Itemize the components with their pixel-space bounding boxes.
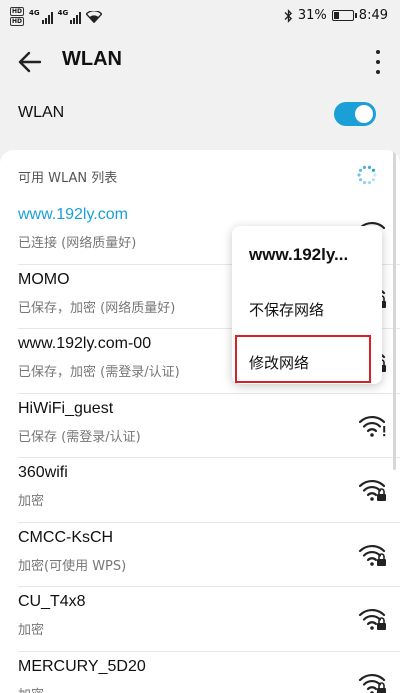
wifi-alert-icon: [358, 415, 386, 437]
network-status: 加密(可使用 WPS): [18, 558, 127, 574]
network-item[interactable]: MERCURY_5D20 加密: [18, 652, 400, 693]
loading-spinner-icon: [357, 165, 377, 185]
network-item[interactable]: CU_T4x8 加密: [18, 587, 400, 652]
battery-icon: [331, 10, 357, 21]
signal-icon: 4G: [29, 8, 53, 24]
wlan-toggle-switch[interactable]: [334, 102, 376, 126]
scrollbar[interactable]: [393, 150, 396, 470]
hd-badges: HD HD: [10, 7, 25, 26]
network-status: 已保存 (需登录/认证): [18, 429, 141, 445]
network-ssid: HiWiFi_guest: [18, 399, 114, 417]
arrow-left-icon[interactable]: [16, 48, 44, 76]
network-ssid: www.192ly.com-00: [18, 335, 152, 352]
hd-badge: HD: [10, 7, 25, 16]
more-vertical-icon[interactable]: [374, 50, 382, 74]
menu-item-forget-network[interactable]: 不保存网络: [249, 299, 324, 320]
network-item[interactable]: 360wifi 加密: [18, 458, 400, 523]
network-ssid: 360wifi: [18, 464, 68, 481]
network-status: 加密: [18, 623, 45, 638]
hd-badge: HD: [10, 17, 25, 26]
context-menu-header: www.192ly...: [249, 245, 349, 264]
bluetooth-icon: [284, 8, 292, 23]
section-title: 可用 WLAN 列表: [18, 171, 118, 186]
network-ssid: CMCC-KsCH: [18, 528, 114, 546]
status-right: 31% 8:49: [284, 8, 388, 23]
wifi-lock-icon: [358, 479, 386, 501]
clock: 8:49: [358, 8, 388, 23]
network-ssid: www.192ly.com: [18, 206, 128, 223]
network-ssid: MERCURY_5D20: [18, 657, 146, 675]
network-item[interactable]: CMCC-KsCH 加密(可使用 WPS): [18, 523, 400, 587]
highlight-box: [235, 335, 371, 383]
wlan-toggle-label: WLAN: [18, 104, 65, 121]
network-tag: 4G: [29, 8, 40, 17]
network-status: 已连接 (网络质量好): [18, 236, 137, 251]
network-tag: 4G: [57, 8, 69, 17]
status-bar: HD HD 4G 4G 31% 8:49: [0, 0, 400, 34]
signal-icon: 4G: [57, 8, 82, 24]
wlan-toggle-row[interactable]: WLAN: [0, 90, 400, 138]
network-ssid: MOMO: [18, 270, 70, 288]
wifi-lock-icon: [358, 544, 386, 566]
network-item[interactable]: HiWiFi_guest 已保存 (需登录/认证): [18, 394, 400, 458]
network-status: 加密: [18, 684, 44, 693]
status-left: HD HD 4G 4G: [10, 7, 103, 26]
network-status: 已保存，加密 (网络质量好): [18, 300, 176, 316]
toggle-knob: [355, 105, 373, 123]
wifi-lock-icon: [358, 673, 386, 693]
wifi-icon: [86, 10, 103, 23]
wifi-lock-icon: [358, 608, 386, 630]
network-status: 加密: [18, 494, 45, 509]
page-title: WLAN: [62, 48, 122, 70]
network-ssid: CU_T4x8: [18, 593, 86, 610]
app-bar: WLAN: [0, 34, 400, 90]
battery-percent: 31%: [297, 8, 327, 23]
network-status: 已保存，加密 (需登录/认证): [18, 365, 180, 380]
